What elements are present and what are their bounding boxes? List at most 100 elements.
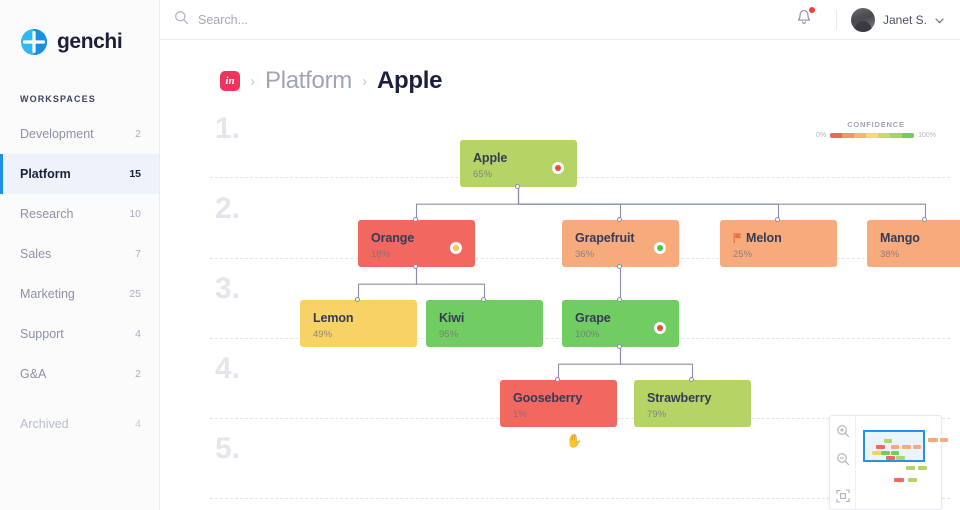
connector-line <box>359 267 417 300</box>
lane-number: 2. <box>215 192 240 226</box>
sidebar-item-support[interactable]: Support 4 <box>0 314 159 354</box>
node-value: 65% <box>473 169 565 180</box>
node-title: Apple <box>473 151 565 165</box>
node-title: Gooseberry <box>513 391 605 405</box>
sidebar-item-research[interactable]: Research 10 <box>0 194 159 234</box>
minimap-node <box>918 466 927 470</box>
app-root: genchi WORKSPACES Development 2 Platform… <box>0 0 960 510</box>
connector-port <box>515 184 520 189</box>
workspaces-label: WORKSPACES <box>20 94 159 104</box>
sidebar-item-marketing[interactable]: Marketing 25 <box>0 274 159 314</box>
sidebar-item-count: 25 <box>129 288 141 300</box>
lane-divider <box>210 177 950 178</box>
avatar <box>851 8 875 32</box>
sidebar-item-count: 4 <box>135 418 141 430</box>
connector-port <box>617 297 622 302</box>
connector-port <box>689 377 694 382</box>
minimap-node <box>876 445 884 449</box>
diagram-node-strawberry[interactable]: Strawberry 79% <box>634 380 751 427</box>
connector-port <box>617 264 622 269</box>
diagram-node-orange[interactable]: Orange18% <box>358 220 475 267</box>
lane-number: 1. <box>215 112 240 146</box>
lane-number: 3. <box>215 272 240 306</box>
sidebar-item-label: Research <box>20 207 129 221</box>
sidebar-item-sales[interactable]: Sales 7 <box>0 234 159 274</box>
sidebar-item-platform[interactable]: Platform 15 <box>0 154 159 194</box>
content: in › Platform › Apple CONFIDENCE 0% 100%… <box>160 40 960 510</box>
sidebar-item-label: Development <box>20 127 135 141</box>
node-status-dot[interactable] <box>654 242 666 254</box>
minimap-node <box>928 438 938 442</box>
diagram-node-mango[interactable]: Mango38% <box>867 220 960 267</box>
sidebar-nav: Development 2 Platform 15 Research 10 Sa… <box>0 114 159 444</box>
sidebar-item-count: 7 <box>135 248 141 260</box>
minimap-node <box>913 445 921 449</box>
bell-icon <box>796 13 812 30</box>
fit-to-screen-icon[interactable] <box>836 489 850 508</box>
diagram-node-lemon[interactable]: Lemon49% <box>300 300 417 347</box>
node-title: Orange <box>371 231 463 245</box>
brand-name: genchi <box>57 30 122 54</box>
brand[interactable]: genchi <box>0 0 159 56</box>
connector-port <box>555 377 560 382</box>
minimap-canvas[interactable] <box>856 416 941 509</box>
node-title: Grape <box>575 311 667 325</box>
zoom-in-icon[interactable] <box>836 424 850 443</box>
node-value: 36% <box>575 249 667 260</box>
main-area: Janet S. in › Platform › Apple CONFIDEN <box>160 0 960 510</box>
diagram-node-kiwi[interactable]: Kiwi95% <box>426 300 543 347</box>
connector-port <box>413 217 418 222</box>
topbar: Janet S. <box>160 0 960 40</box>
connector-line <box>519 187 779 220</box>
sidebar-item-count: 4 <box>135 328 141 340</box>
zoom-out-icon[interactable] <box>836 452 850 471</box>
diagram-node-grape[interactable]: Grape 100% <box>562 300 679 347</box>
connector-line <box>417 187 519 220</box>
sidebar-item-label: Sales <box>20 247 135 261</box>
node-value: 25% <box>733 249 825 260</box>
sidebar-item-archived[interactable]: Archived 4 <box>0 404 159 444</box>
node-status-dot[interactable] <box>552 162 564 174</box>
user-menu[interactable]: Janet S. <box>847 8 944 32</box>
connector-line <box>417 267 485 300</box>
node-title: Mango <box>880 231 960 245</box>
minimap-node <box>872 451 880 455</box>
search-input[interactable] <box>198 13 438 27</box>
sidebar-item-development[interactable]: Development 2 <box>0 114 159 154</box>
node-title: Strawberry <box>647 391 739 405</box>
flag-icon <box>733 232 742 246</box>
user-name: Janet S. <box>883 13 927 27</box>
search-icon <box>174 10 189 30</box>
diagram-node-apple[interactable]: Apple 65% <box>460 140 577 187</box>
search-area[interactable] <box>160 10 782 30</box>
topbar-right: Janet S. <box>782 8 960 32</box>
connector-line <box>519 187 621 220</box>
lane-number: 4. <box>215 352 240 386</box>
node-value: 100% <box>575 329 667 340</box>
diagram-node-gooseberry[interactable]: Gooseberry 1% <box>500 380 617 427</box>
node-status-dot[interactable] <box>654 322 666 334</box>
diagram-node-melon[interactable]: Melon25% <box>720 220 837 267</box>
node-value: 79% <box>647 409 739 420</box>
notifications-button[interactable] <box>782 9 826 31</box>
connector-line <box>519 187 926 220</box>
minimap-node <box>881 451 889 455</box>
minimap-node <box>906 466 915 470</box>
sidebar-item-label: Archived <box>20 417 135 431</box>
grab-cursor-icon: ✋ <box>566 433 582 449</box>
minimap-node <box>940 438 948 442</box>
minimap-node <box>891 451 899 455</box>
connector-line <box>559 347 621 380</box>
node-title: Grapefruit <box>575 231 667 245</box>
node-value: 49% <box>313 329 405 340</box>
node-status-dot[interactable] <box>450 242 462 254</box>
diagram-node-grapefruit[interactable]: Grapefruit 36% <box>562 220 679 267</box>
node-value: 1% <box>513 409 605 420</box>
connector-port <box>481 297 486 302</box>
sidebar-item-ga[interactable]: G&A 2 <box>0 354 159 394</box>
genchi-logo-icon <box>20 28 48 56</box>
minimap-node <box>894 478 904 482</box>
minimap-node <box>902 445 910 449</box>
minimap-panel[interactable] <box>829 415 942 510</box>
minimap-node <box>891 445 899 449</box>
